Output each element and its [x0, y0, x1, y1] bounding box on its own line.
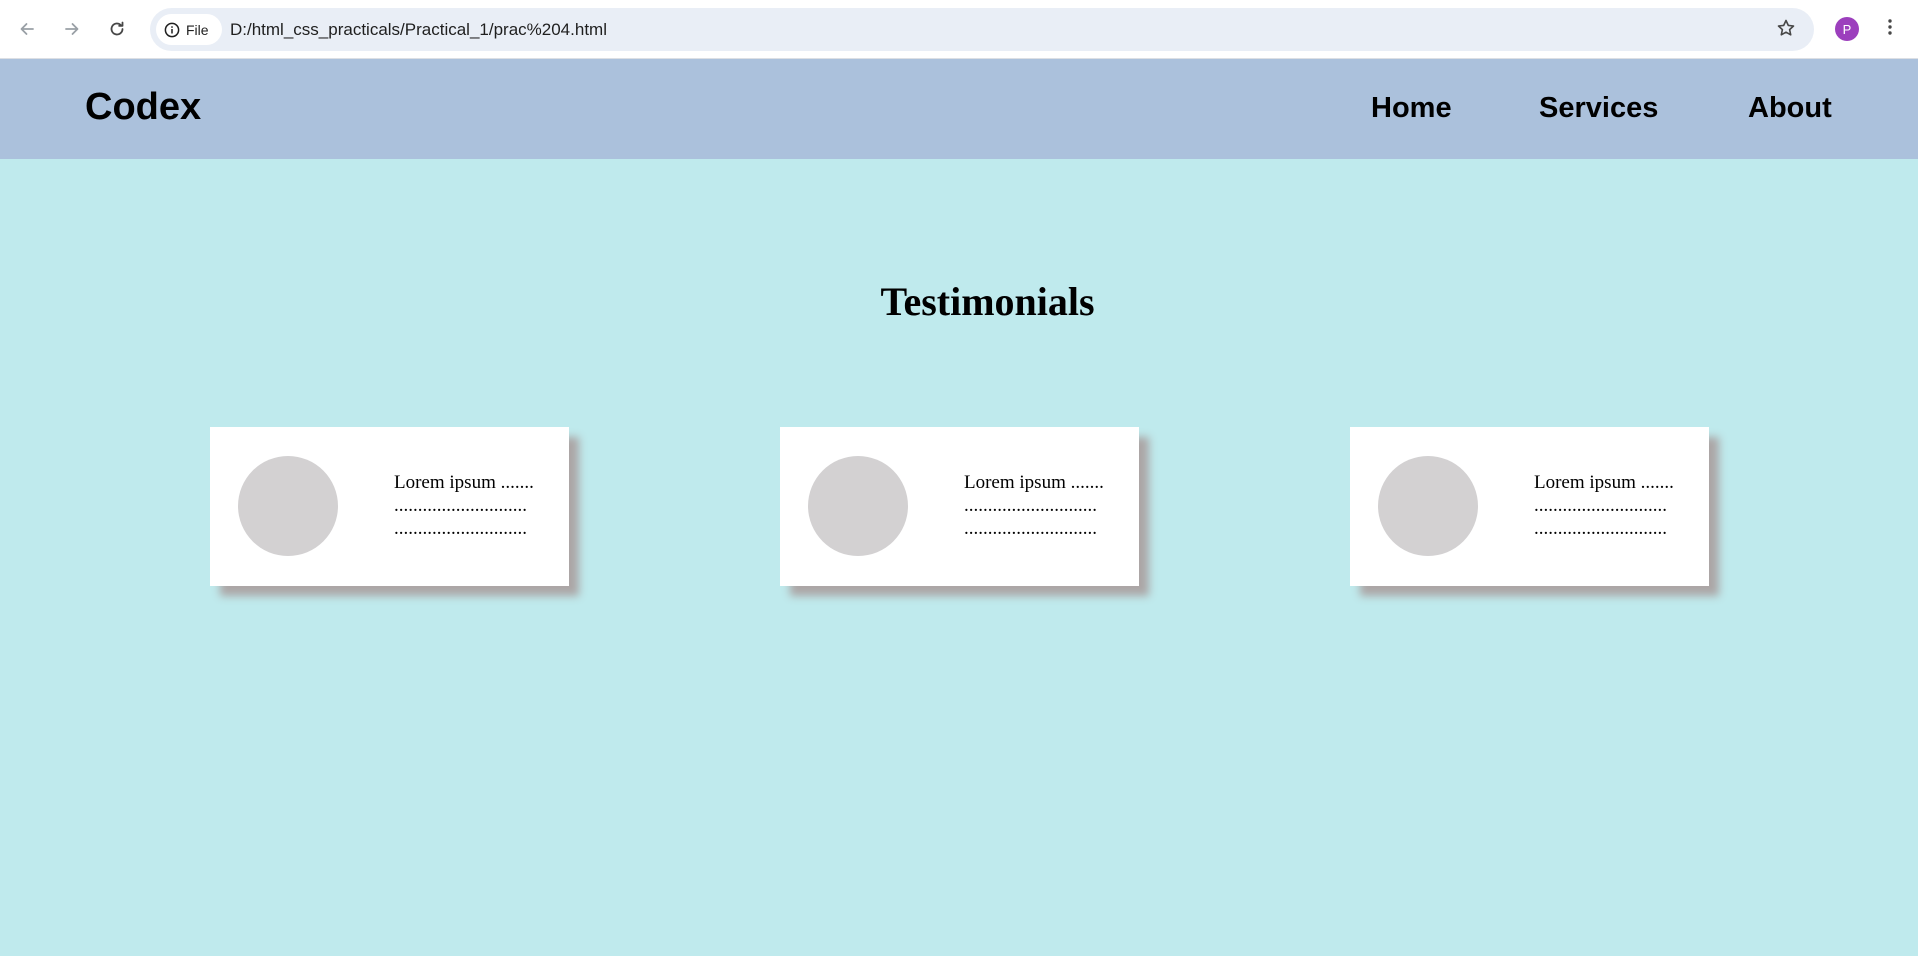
- browser-menu-button[interactable]: [1872, 11, 1908, 47]
- more-vertical-icon: [1880, 17, 1900, 42]
- profile-initial: P: [1842, 21, 1852, 37]
- site-chip-label: File: [186, 21, 209, 38]
- site-logo[interactable]: Codex: [85, 86, 201, 129]
- arrow-left-icon: [17, 19, 37, 39]
- testimonial-text: Lorem ipsum ....... ....................…: [394, 472, 534, 539]
- testimonial-text: Lorem ipsum ....... ....................…: [1534, 472, 1674, 539]
- info-icon: [164, 22, 180, 38]
- back-button[interactable]: [9, 11, 45, 47]
- testimonial-avatar: [238, 456, 338, 556]
- testimonial-card: Lorem ipsum ....... ....................…: [210, 427, 569, 586]
- testimonial-card: Lorem ipsum ....... ....................…: [780, 427, 1139, 586]
- nav-about[interactable]: About: [1748, 92, 1832, 125]
- reload-button[interactable]: [99, 11, 135, 47]
- nav-services[interactable]: Services: [1539, 92, 1658, 125]
- reload-icon: [107, 19, 127, 39]
- forward-button[interactable]: [54, 11, 90, 47]
- nav-home[interactable]: Home: [1371, 92, 1452, 125]
- testimonial-avatar: [1378, 456, 1478, 556]
- star-icon: [1776, 18, 1796, 43]
- site-header: Codex Home Services About: [0, 59, 1918, 159]
- testimonial-avatar: [808, 456, 908, 556]
- url-text[interactable]: D:/html_css_practicals/Practical_1/prac%…: [230, 20, 607, 40]
- arrow-right-icon: [62, 19, 82, 39]
- testimonial-text: Lorem ipsum ....... ....................…: [964, 472, 1104, 539]
- profile-avatar[interactable]: P: [1835, 17, 1859, 41]
- address-bar[interactable]: File D:/html_css_practicals/Practical_1/…: [150, 8, 1814, 51]
- bookmark-button[interactable]: [1768, 12, 1804, 48]
- section-title: Testimonials: [880, 279, 1095, 324]
- testimonial-card: Lorem ipsum ....... ....................…: [1350, 427, 1709, 586]
- browser-toolbar: File D:/html_css_practicals/Practical_1/…: [0, 0, 1918, 59]
- site-info-chip[interactable]: File: [156, 14, 222, 45]
